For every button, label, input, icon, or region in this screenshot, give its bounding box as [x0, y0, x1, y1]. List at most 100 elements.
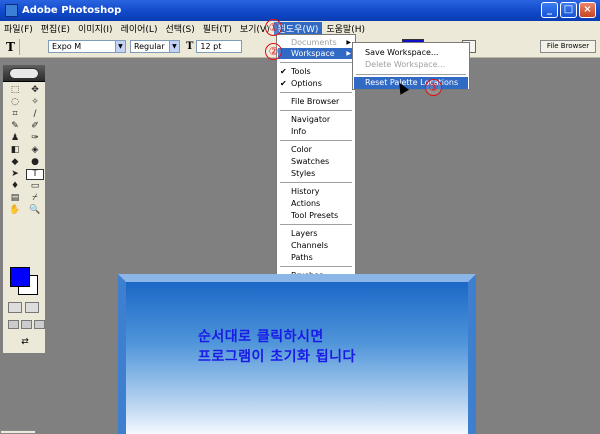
menu-file[interactable]: 파일(F) — [0, 22, 37, 35]
menu-item-tools[interactable]: Tools — [291, 66, 311, 77]
menu-separator — [280, 266, 352, 267]
zoom-tool-icon[interactable]: 🔍 — [26, 205, 44, 216]
menu-item-channels[interactable]: Channels — [291, 240, 328, 251]
menu-image[interactable]: 이미지(I) — [74, 22, 117, 35]
instruction-line-2: 프로그램이 초기화 됩니다 — [198, 349, 356, 365]
path-selection-tool-icon[interactable]: ➤ — [6, 169, 24, 180]
toolbox-palette: ⬚ ✥ ◌ ✧ ⌗ ∕ ✎ ✐ ♟ ✑ ◧ ◈ ◆ ● ➤ T ♦ ▭ ▤ ⌿ … — [2, 64, 46, 354]
photoshop-app-icon — [5, 4, 18, 17]
magic-wand-tool-icon[interactable]: ✧ — [26, 97, 44, 108]
menu-item-documents[interactable]: Documents — [291, 37, 337, 48]
blur-tool-icon[interactable]: ◆ — [6, 157, 24, 168]
font-style-select[interactable]: Regular ▼ — [129, 40, 180, 53]
close-button[interactable]: × — [579, 2, 596, 18]
menu-item-history[interactable]: History — [291, 186, 319, 197]
foreground-color-swatch[interactable] — [10, 267, 30, 287]
notes-tool-icon[interactable]: ▤ — [6, 193, 24, 204]
menu-item-paths[interactable]: Paths — [291, 252, 313, 263]
menu-item-actions[interactable]: Actions — [291, 198, 320, 209]
standard-mode-button[interactable] — [8, 302, 22, 313]
font-size-icon: T — [185, 41, 194, 52]
instruction-callout: 순서대로 클릭하시면 프로그램이 초기화 됩니다 — [118, 274, 476, 434]
chevron-down-icon: ▼ — [168, 41, 179, 52]
status-bar-stub — [0, 430, 36, 434]
tool-grid: ⬚ ✥ ◌ ✧ ⌗ ∕ ✎ ✐ ♟ ✑ ◧ ◈ ◆ ● ➤ T ♦ ▭ ▤ ⌿ … — [3, 82, 45, 219]
clone-stamp-tool-icon[interactable]: ♟ — [6, 133, 24, 144]
adobe-eye-logo — [9, 67, 39, 79]
menu-separator — [280, 182, 352, 183]
menu-item-file-browser[interactable]: File Browser — [291, 96, 339, 107]
menu-item-options[interactable]: Options — [291, 78, 322, 89]
toolbox-header[interactable] — [3, 65, 45, 82]
menu-edit[interactable]: 편집(E) — [37, 22, 74, 35]
brush-tool-icon[interactable]: ✐ — [26, 121, 44, 132]
eyedropper-tool-icon[interactable]: ⌿ — [26, 193, 44, 204]
font-family-select[interactable]: Expo M ▼ — [47, 40, 126, 53]
crop-tool-icon[interactable]: ⌗ — [6, 109, 24, 120]
menu-item-layers[interactable]: Layers — [291, 228, 317, 239]
menu-item-color[interactable]: Color — [291, 144, 312, 155]
mask-mode-buttons — [8, 302, 39, 313]
font-style-value: Regular — [133, 42, 165, 51]
menu-filter[interactable]: 필터(T) — [199, 22, 236, 35]
menu-separator — [280, 224, 352, 225]
menu-item-tool-presets[interactable]: Tool Presets — [291, 210, 338, 221]
check-icon: ✔ — [280, 79, 287, 88]
menu-item-swatches[interactable]: Swatches — [291, 156, 329, 167]
lasso-tool-icon[interactable]: ◌ — [6, 97, 24, 108]
menu-separator — [280, 140, 352, 141]
marquee-tool-icon[interactable]: ⬚ — [6, 85, 24, 96]
dodge-tool-icon[interactable]: ● — [26, 157, 44, 168]
window-title: Adobe Photoshop — [22, 5, 122, 16]
pen-tool-icon[interactable]: ♦ — [6, 181, 24, 192]
submenu-arrow-icon: ▶ — [346, 50, 351, 57]
move-tool-icon[interactable]: ✥ — [26, 85, 44, 96]
step-badge-2: ② — [265, 43, 282, 60]
menu-item-delete-workspace[interactable]: Delete Workspace... — [365, 59, 445, 71]
maximize-button[interactable]: □ — [560, 2, 577, 18]
menu-item-info[interactable]: Info — [291, 126, 306, 137]
menu-layer[interactable]: 레이어(L) — [117, 22, 162, 35]
paint-bucket-tool-icon[interactable]: ◈ — [26, 145, 44, 156]
eraser-tool-icon[interactable]: ◧ — [6, 145, 24, 156]
standard-screen-button[interactable] — [8, 320, 19, 329]
menu-select[interactable]: 선택(S) — [161, 22, 198, 35]
menu-item-save-workspace[interactable]: Save Workspace... — [365, 47, 439, 59]
menu-separator — [280, 62, 352, 63]
options-divider — [18, 38, 20, 55]
history-brush-tool-icon[interactable]: ✑ — [26, 133, 44, 144]
step-badge-3: ③ — [425, 79, 442, 96]
instruction-line-1: 순서대로 클릭하시면 — [198, 329, 324, 345]
menu-separator — [280, 92, 352, 93]
font-size-value: 12 pt — [200, 42, 222, 51]
healing-brush-tool-icon[interactable]: ✎ — [6, 121, 24, 132]
menu-separator — [280, 110, 352, 111]
jump-to-imageready-button[interactable]: ⇄ — [9, 337, 41, 349]
submenu-arrow-icon: ▶ — [346, 39, 351, 46]
rectangle-tool-icon[interactable]: ▭ — [26, 181, 44, 192]
window-controls: _ □ × — [541, 2, 596, 18]
check-icon: ✔ — [280, 67, 287, 76]
type-tool-icon[interactable]: T — [26, 169, 44, 180]
file-browser-tab[interactable]: File Browser — [540, 40, 596, 53]
screen-mode-buttons — [8, 320, 45, 329]
menu-item-styles[interactable]: Styles — [291, 168, 315, 179]
chevron-down-icon: ▼ — [114, 41, 125, 52]
full-screen-menu-button[interactable] — [21, 320, 32, 329]
hand-tool-icon[interactable]: ✋ — [6, 205, 24, 216]
full-screen-button[interactable] — [34, 320, 45, 329]
menu-item-workspace[interactable]: Workspace — [278, 48, 354, 59]
workspace-submenu: Save Workspace... Delete Workspace... Re… — [352, 42, 470, 90]
font-size-select[interactable]: 12 pt — [196, 40, 243, 53]
menu-item-reset-palette-locations[interactable]: Reset Palette Locations — [354, 77, 468, 89]
menu-separator — [356, 74, 466, 75]
minimize-button[interactable]: _ — [541, 2, 558, 18]
window-menu-dropdown: Documents ▶ Workspace ▶ ✔ Tools ✔ Option… — [276, 34, 356, 280]
menu-item-navigator[interactable]: Navigator — [291, 114, 330, 125]
slice-tool-icon[interactable]: ∕ — [26, 109, 44, 120]
title-bar: Adobe Photoshop _ □ × — [0, 0, 600, 21]
quick-mask-mode-button[interactable] — [25, 302, 39, 313]
step-badge-1: ① — [265, 19, 282, 36]
type-tool-icon[interactable]: T — [6, 40, 15, 54]
font-family-value: Expo M — [51, 42, 82, 51]
